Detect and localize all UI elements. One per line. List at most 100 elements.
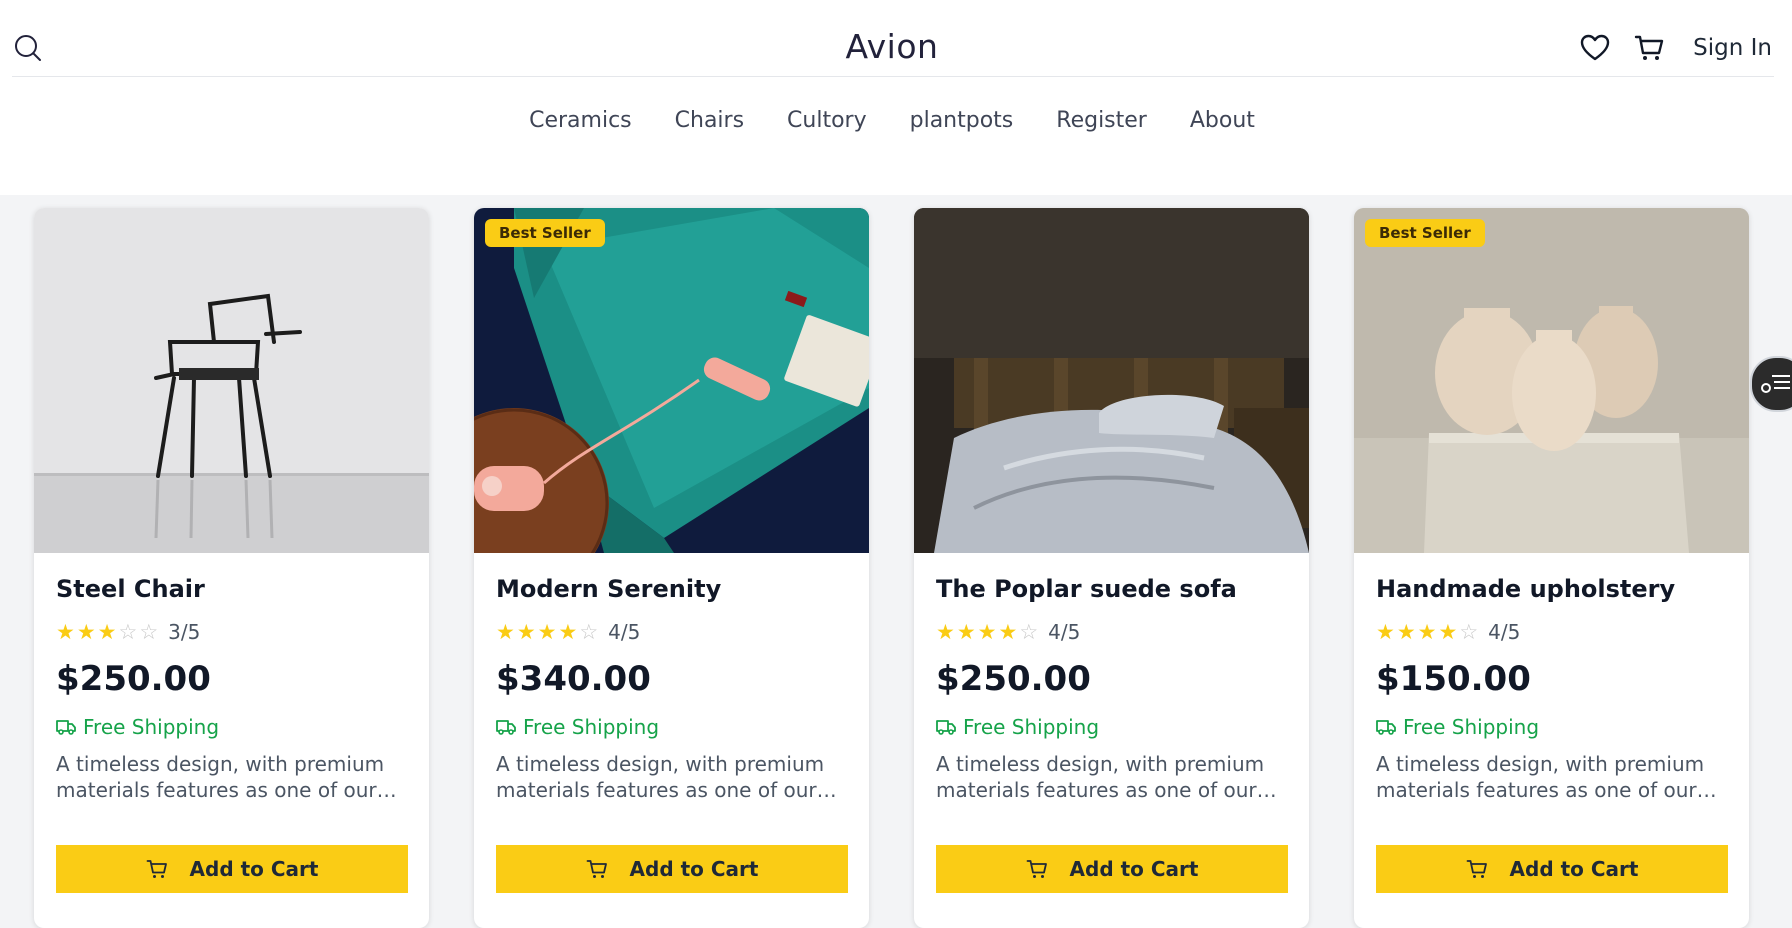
add-to-cart-label: Add to Cart [1509,857,1639,881]
star-icon: ★ [998,620,1018,644]
star-icon: ☆ [1019,620,1039,644]
star-icon: ★ [956,620,976,644]
star-icon: ★ [1417,620,1437,644]
star-icon: ★ [76,620,96,644]
add-to-cart-label: Add to Cart [189,857,319,881]
product-card-body: The Poplar suede sofa ★ ★ ★ ★ ☆ 4/5 $250… [914,553,1309,803]
product-title[interactable]: Handmade upholstery [1376,575,1727,609]
product-card[interactable]: The Poplar suede sofa ★ ★ ★ ★ ☆ 4/5 $250… [914,208,1309,928]
truck-icon [936,720,956,735]
rating-stars: ★ ★ ★ ★ ☆ [496,620,598,644]
best-seller-badge: Best Seller [485,219,605,247]
add-to-cart-button[interactable]: Add to Cart [56,845,408,893]
list-icon [1761,375,1790,393]
add-to-cart-label: Add to Cart [629,857,759,881]
product-rating: ★ ★ ★ ☆ ☆ 3/5 [56,619,407,645]
product-price: $150.00 [1376,659,1531,699]
product-price: $250.00 [56,659,211,699]
shipping-info: Free Shipping [936,713,1287,741]
rating-text: 4/5 [608,620,641,644]
best-seller-badge: Best Seller [1365,219,1485,247]
nav-item-register[interactable]: Register [1056,108,1147,133]
star-icon: ★ [537,620,557,644]
star-icon: ☆ [118,620,138,644]
rating-text: 4/5 [1488,620,1521,644]
product-rating: ★ ★ ★ ★ ☆ 4/5 [496,619,847,645]
star-icon: ★ [496,620,515,644]
truck-icon [1376,720,1396,735]
add-to-cart-button[interactable]: Add to Cart [496,845,848,893]
nav-item-plantpots[interactable]: plantpots [910,108,1014,133]
product-card[interactable]: Best Seller Handmade upholstery ★ ★ ★ ★ … [1354,208,1749,928]
product-image[interactable]: Best Seller [1354,208,1749,553]
star-icon: ★ [1376,620,1395,644]
rating-text: 4/5 [1048,620,1081,644]
header-divider [12,76,1774,77]
star-icon: ☆ [579,620,599,644]
shipping-label: Free Shipping [963,715,1100,739]
add-to-cart-button[interactable]: Add to Cart [1376,845,1728,893]
wishlist-button[interactable] [1579,32,1611,64]
nav-item-ceramics[interactable]: Ceramics [529,108,632,133]
sign-in-link[interactable]: Sign In [1693,35,1772,61]
star-icon: ☆ [139,620,159,644]
add-to-cart-button[interactable]: Add to Cart [936,845,1288,893]
product-title[interactable]: The Poplar suede sofa [936,575,1287,609]
rating-stars: ★ ★ ★ ☆ ☆ [56,620,158,644]
heart-icon [1580,34,1610,61]
product-description: A timeless design, with premium material… [496,752,825,802]
product-description: A timeless design, with premium material… [1376,752,1705,802]
sofa-photo [474,208,869,553]
vases-photo [1354,208,1749,553]
star-icon: ★ [97,620,117,644]
product-description: A timeless design, with premium material… [56,752,385,802]
star-icon: ☆ [1459,620,1479,644]
chair-photo [34,208,429,553]
truck-icon [56,720,76,735]
shipping-label: Free Shipping [83,715,220,739]
star-icon: ★ [558,620,578,644]
product-price: $340.00 [496,659,651,699]
product-image[interactable]: Best Seller [474,208,869,553]
product-grid: Steel Chair ★ ★ ★ ☆ ☆ 3/5 $250.00 Free S… [34,208,1749,928]
cart-icon [1026,860,1047,878]
cart-icon [146,860,167,878]
product-title[interactable]: Modern Serenity [496,575,847,609]
nav-item-cultory[interactable]: Cultory [787,108,867,133]
nav-item-chairs[interactable]: Chairs [675,108,744,133]
product-card[interactable]: Steel Chair ★ ★ ★ ☆ ☆ 3/5 $250.00 Free S… [34,208,429,928]
rating-stars: ★ ★ ★ ★ ☆ [1376,620,1478,644]
star-icon: ★ [936,620,955,644]
truck-icon [496,720,516,735]
cart-button[interactable] [1633,32,1665,64]
product-rating: ★ ★ ★ ★ ☆ 4/5 [936,619,1287,645]
product-image[interactable] [914,208,1309,553]
product-rating: ★ ★ ★ ★ ☆ 4/5 [1376,619,1727,645]
nav-item-about[interactable]: About [1190,108,1255,133]
shipping-label: Free Shipping [523,715,660,739]
main-nav: Ceramics Chairs Cultory plantpots Regist… [0,108,1784,133]
cart-icon [586,860,607,878]
site-header: Avion Sign In Ceramics Chairs Cultory pl… [0,0,1792,195]
add-to-cart-label: Add to Cart [1069,857,1199,881]
product-description: A timeless design, with premium material… [936,752,1265,802]
product-image[interactable] [34,208,429,553]
product-price: $250.00 [936,659,1091,699]
product-card[interactable]: Best Seller Modern Serenity ★ ★ ★ ★ ☆ 4/… [474,208,869,928]
bed-photo [914,208,1309,553]
product-title[interactable]: Steel Chair [56,575,407,609]
cart-icon [1634,35,1664,60]
header-actions: Sign In [1579,30,1772,66]
star-icon: ★ [56,620,75,644]
star-icon: ★ [516,620,536,644]
shipping-info: Free Shipping [1376,713,1727,741]
star-icon: ★ [1438,620,1458,644]
rating-text: 3/5 [168,620,201,644]
brand-logo[interactable]: Avion [0,27,1784,66]
shipping-info: Free Shipping [56,713,407,741]
floating-menu-button[interactable] [1750,356,1792,412]
shipping-info: Free Shipping [496,713,847,741]
product-card-body: Steel Chair ★ ★ ★ ☆ ☆ 3/5 $250.00 Free S… [34,553,429,803]
product-card-body: Handmade upholstery ★ ★ ★ ★ ☆ 4/5 $150.0… [1354,553,1749,803]
star-icon: ★ [1396,620,1416,644]
